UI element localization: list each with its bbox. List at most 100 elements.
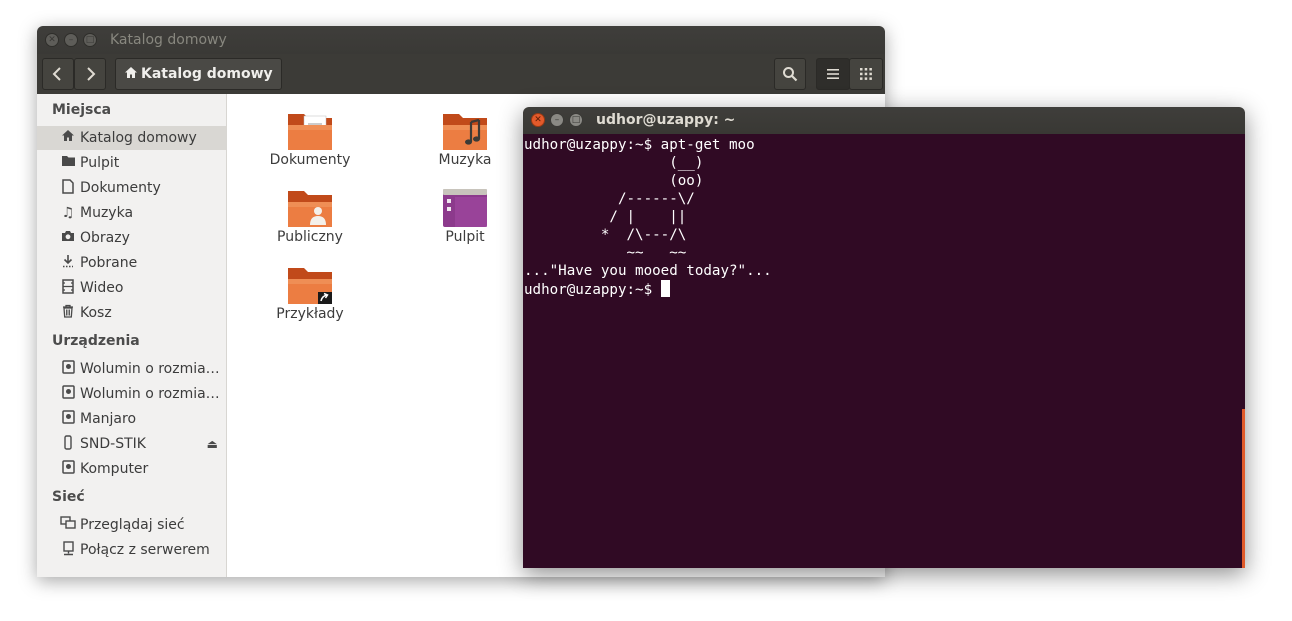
home-icon (125, 67, 137, 78)
file-item-documents[interactable]: Dokumenty (250, 108, 370, 168)
sidebar-item-snd-stik[interactable]: SND-STIK ⏏ (37, 432, 226, 456)
drive-icon (59, 460, 77, 478)
sidebar-item-computer[interactable]: Komputer (37, 457, 226, 481)
breadcrumb-label: Katalog domowy (141, 66, 273, 82)
file-item-music[interactable]: Muzyka (405, 108, 525, 168)
sidebar-item-volume-2[interactable]: Wolumin o rozmia… (37, 382, 226, 406)
terminal-window: ✕ – □ udhor@uzappy: ~ udhor@uzappy:~$ ap… (523, 107, 1245, 568)
folder-icon (59, 154, 77, 172)
terminal-line: ~~ ~~ (524, 245, 687, 261)
minimize-icon[interactable]: – (64, 33, 78, 47)
sidebar-item-downloads[interactable]: Pobrane (37, 251, 226, 275)
file-item-examples[interactable]: Przykłady (250, 262, 370, 322)
search-icon (783, 67, 798, 82)
file-item-label: Publiczny (277, 229, 343, 245)
list-view-button[interactable] (816, 58, 850, 90)
sidebar-item-connect-server[interactable]: Połącz z serwerem (37, 538, 226, 562)
file-item-label: Przykłady (276, 306, 344, 322)
maximize-icon[interactable]: □ (83, 33, 97, 47)
terminal-line: udhor@uzappy:~$ apt-get moo (524, 137, 755, 153)
grid-view-button[interactable] (849, 58, 883, 90)
music-folder-icon (443, 114, 487, 150)
back-button[interactable] (42, 58, 74, 90)
chevron-right-icon (87, 67, 96, 81)
close-icon[interactable]: ✕ (531, 113, 545, 127)
sidebar-heading-devices: Urządzenia (52, 333, 140, 349)
sidebar-item-label: Pulpit (80, 155, 120, 171)
sidebar-item-pictures[interactable]: Obrazy (37, 226, 226, 250)
sidebar-item-home[interactable]: Katalog domowy (37, 126, 226, 150)
file-item-label: Pulpit (445, 229, 485, 245)
terminal-line: /------\/ (524, 191, 695, 207)
sidebar-heading-network: Sieć (52, 489, 85, 505)
drive-icon (59, 410, 77, 428)
sidebar-item-label: Pobrane (80, 255, 138, 271)
sidebar-item-volume-1[interactable]: Wolumin o rozmia… (37, 357, 226, 381)
film-icon (59, 279, 77, 297)
home-icon (59, 129, 77, 147)
sidebar-item-manjaro[interactable]: Manjaro (37, 407, 226, 431)
drive-icon (59, 360, 77, 378)
sidebar-item-label: Wolumin o rozmia… (80, 361, 220, 377)
sidebar-item-desktop[interactable]: Pulpit (37, 151, 226, 175)
file-item-desktop[interactable]: Pulpit (405, 185, 525, 245)
terminal-prompt: udhor@uzappy:~$ (524, 282, 661, 298)
sidebar-item-label: Muzyka (80, 205, 134, 221)
breadcrumb-home[interactable]: Katalog domowy (115, 58, 282, 90)
terminal-line: (__) (524, 155, 704, 171)
server-icon (59, 541, 77, 559)
window-title: Katalog domowy (110, 32, 227, 48)
file-item-label: Dokumenty (269, 152, 351, 168)
sidebar-item-videos[interactable]: Wideo (37, 276, 226, 300)
forward-button[interactable] (74, 58, 106, 90)
terminal-line: (oo) (524, 173, 704, 189)
sidebar-item-label: Przeglądaj sieć (80, 517, 185, 533)
sidebar-item-documents[interactable]: Dokumenty (37, 176, 226, 200)
terminal-cursor (660, 280, 670, 297)
terminal-line: / | || (524, 209, 687, 225)
sidebar-item-label: Wolumin o rozmia… (80, 386, 220, 402)
sidebar-item-label: Wideo (80, 280, 124, 296)
drive-icon (59, 385, 77, 403)
grid-icon (860, 68, 872, 80)
download-icon (59, 254, 77, 272)
document-icon (59, 179, 77, 197)
music-icon: ♫ (61, 205, 75, 221)
terminal-line: * /\---/\ (524, 227, 687, 243)
sidebar-item-music[interactable]: ♫ Muzyka (37, 201, 226, 225)
file-manager-titlebar: ✕ – □ Katalog domowy (37, 26, 885, 54)
sidebar-item-label: Połącz z serwerem (80, 542, 210, 558)
sidebar-item-label: Katalog domowy (80, 130, 197, 146)
file-item-label: Muzyka (438, 152, 492, 168)
eject-icon[interactable]: ⏏ (207, 432, 218, 456)
search-button[interactable] (774, 58, 806, 90)
terminal-scroll-edge (1242, 409, 1245, 568)
terminal-titlebar: ✕ – □ udhor@uzappy: ~ (523, 107, 1245, 134)
usb-icon (59, 435, 77, 453)
sidebar-item-label: Kosz (80, 305, 112, 321)
camera-icon (59, 229, 77, 247)
close-icon[interactable]: ✕ (45, 33, 59, 47)
sidebar-item-label: Manjaro (80, 411, 137, 427)
sidebar-item-trash[interactable]: Kosz (37, 301, 226, 325)
terminal-line: ..."Have you mooed today?"... (524, 263, 772, 279)
network-icon (59, 516, 77, 534)
sidebar-item-browse-network[interactable]: Przeglądaj sieć (37, 513, 226, 537)
maximize-icon[interactable]: □ (569, 113, 583, 127)
sidebar-item-label: Obrazy (80, 230, 130, 246)
chevron-left-icon (52, 67, 61, 81)
sidebar-heading-places: Miejsca (52, 102, 112, 118)
terminal-prompt-line: udhor@uzappy:~$ (524, 280, 670, 299)
terminal-title: udhor@uzappy: ~ (596, 112, 736, 128)
sidebar-item-label: Dokumenty (80, 180, 161, 196)
sidebar-item-label: Komputer (80, 461, 149, 477)
terminal-output[interactable]: udhor@uzappy:~$ apt-get moo (__) (oo) /-… (523, 134, 1245, 568)
examples-folder-icon (288, 268, 332, 304)
trash-icon (59, 304, 77, 322)
list-icon (827, 69, 839, 79)
minimize-icon[interactable]: – (550, 113, 564, 127)
sidebar-item-label: SND-STIK (80, 436, 146, 452)
file-item-public[interactable]: Publiczny (250, 185, 370, 245)
documents-folder-icon (288, 114, 332, 150)
file-manager-toolbar: Katalog domowy (37, 54, 885, 94)
